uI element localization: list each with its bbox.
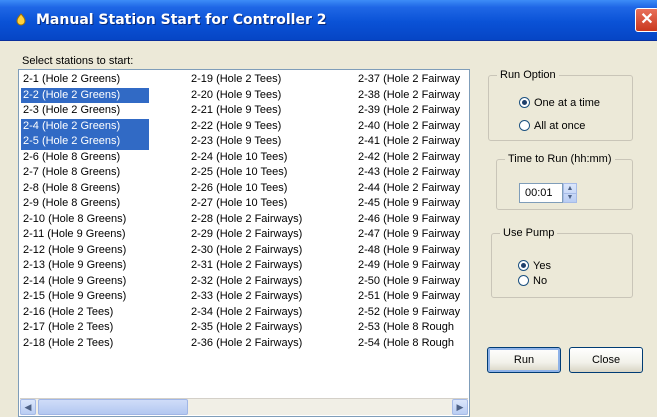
station-list-item[interactable]: 2-45 (Hole 9 Fairway <box>356 196 469 212</box>
station-list-item[interactable]: 2-12 (Hole 9 Greens) <box>21 243 149 259</box>
station-list-item[interactable]: 2-3 (Hole 2 Greens) <box>21 103 149 119</box>
station-list-item[interactable]: 2-22 (Hole 9 Tees) <box>189 119 337 135</box>
stations-column-2: 2-19 (Hole 2 Tees) 2-20 (Hole 9 Tees) 2-21… <box>189 72 337 351</box>
scroll-right-button[interactable]: ▶ <box>452 399 468 415</box>
radio-label: No <box>533 275 548 287</box>
use-pump-legend: Use Pump <box>500 227 558 239</box>
close-icon: ✕ <box>640 11 654 28</box>
station-list-item[interactable]: 2-29 (Hole 2 Fairways) <box>189 227 337 243</box>
station-list-item[interactable]: 2-13 (Hole 9 Greens) <box>21 258 149 274</box>
stations-column-3: 2-37 (Hole 2 Fairway 2-38 (Hole 2 Fairway… <box>356 72 469 352</box>
station-list-item[interactable]: 2-42 (Hole 2 Fairway <box>356 150 469 166</box>
close-button[interactable]: Close <box>569 347 643 373</box>
station-list-item[interactable]: 2-52 (Hole 9 Fairway <box>356 305 469 321</box>
station-list-item[interactable]: 2-43 (Hole 2 Fairway <box>356 165 469 181</box>
run-button[interactable]: Run <box>487 347 561 373</box>
station-list-item[interactable]: 2-30 (Hole 2 Fairways) <box>189 243 337 259</box>
radio-label: Yes <box>533 260 551 272</box>
radio-indicator <box>518 260 529 271</box>
radio-all-at-once[interactable]: All at once <box>519 119 585 133</box>
station-list-item[interactable]: 2-46 (Hole 9 Fairway <box>356 212 469 228</box>
stations-listbox[interactable]: 2-1 (Hole 2 Greens) 2-2 (Hole 2 Greens) 2-… <box>18 69 470 417</box>
station-list-item[interactable]: 2-32 (Hole 2 Fairways) <box>189 274 337 290</box>
radio-label: One at a time <box>534 97 601 109</box>
station-list-item[interactable]: 2-21 (Hole 9 Tees) <box>189 103 337 119</box>
station-list-item[interactable]: 2-39 (Hole 2 Fairway <box>356 103 469 119</box>
scroll-thumb[interactable] <box>38 399 188 415</box>
station-list-item[interactable]: 2-38 (Hole 2 Fairway <box>356 88 469 104</box>
station-list-item[interactable]: 2-17 (Hole 2 Tees) <box>21 320 149 336</box>
station-list-item[interactable]: 2-26 (Hole 10 Tees) <box>189 181 337 197</box>
station-list-item[interactable]: 2-37 (Hole 2 Fairway <box>356 72 469 88</box>
run-option-legend: Run Option <box>497 69 559 81</box>
station-list-item[interactable]: 2-33 (Hole 2 Fairways) <box>189 289 337 305</box>
station-list-item[interactable]: 2-35 (Hole 2 Fairways) <box>189 320 337 336</box>
time-spinner[interactable]: ▲ ▼ <box>563 183 577 203</box>
station-list-item[interactable]: 2-2 (Hole 2 Greens) <box>21 87 149 103</box>
window-title: Manual Station Start for Controller 2 <box>36 12 327 28</box>
station-list-item[interactable]: 2-48 (Hole 9 Fairway <box>356 243 469 259</box>
station-list-item[interactable]: 2-4 (Hole 2 Greens) <box>21 118 149 134</box>
arrow-left-icon: ◀ <box>24 402 32 412</box>
station-list-item[interactable]: 2-5 (Hole 2 Greens) <box>21 134 149 150</box>
spin-down-icon[interactable]: ▼ <box>564 193 576 202</box>
station-list-item[interactable]: 2-19 (Hole 2 Tees) <box>189 72 337 88</box>
radio-indicator <box>518 275 529 286</box>
use-pump-group: Use Pump Yes No <box>491 227 633 298</box>
station-list-item[interactable]: 2-25 (Hole 10 Tees) <box>189 165 337 181</box>
app-icon <box>16 13 26 26</box>
title-bar: Manual Station Start for Controller 2 ✕ <box>0 0 657 41</box>
station-list-item[interactable]: 2-6 (Hole 8 Greens) <box>21 150 149 166</box>
dialog-body: Select stations to start: 2-1 (Hole 2 Gr… <box>0 41 657 417</box>
station-list-item[interactable]: 2-8 (Hole 8 Greens) <box>21 181 149 197</box>
time-to-run-legend: Time to Run (hh:mm) <box>505 153 615 165</box>
station-list-item[interactable]: 2-31 (Hole 2 Fairways) <box>189 258 337 274</box>
station-list-item[interactable]: 2-54 (Hole 8 Rough <box>356 336 469 352</box>
scroll-left-button[interactable]: ◀ <box>20 399 36 415</box>
station-list-item[interactable]: 2-51 (Hole 9 Fairway <box>356 289 469 305</box>
radio-indicator <box>519 97 530 108</box>
close-window-button[interactable]: ✕ <box>635 8 657 32</box>
station-list-item[interactable]: 2-23 (Hole 9 Tees) <box>189 134 337 150</box>
station-list-item[interactable]: 2-34 (Hole 2 Fairways) <box>189 305 337 321</box>
radio-label: All at once <box>534 120 586 132</box>
radio-one-at-a-time[interactable]: One at a time <box>519 96 600 110</box>
station-list-item[interactable]: 2-49 (Hole 9 Fairway <box>356 258 469 274</box>
station-list-item[interactable]: 2-9 (Hole 8 Greens) <box>21 196 149 212</box>
station-list-item[interactable]: 2-24 (Hole 10 Tees) <box>189 150 337 166</box>
station-list-item[interactable]: 2-41 (Hole 2 Fairway <box>356 134 469 150</box>
station-list-item[interactable]: 2-11 (Hole 9 Greens) <box>21 227 149 243</box>
station-list-item[interactable]: 2-16 (Hole 2 Tees) <box>21 305 149 321</box>
time-to-run-group: Time to Run (hh:mm) 00:01 ▲ ▼ <box>496 153 633 210</box>
station-list-item[interactable]: 2-7 (Hole 8 Greens) <box>21 165 149 181</box>
station-list-item[interactable]: 2-10 (Hole 8 Greens) <box>21 212 149 228</box>
radio-pump-no[interactable]: No <box>518 274 547 288</box>
station-list-item[interactable]: 2-20 (Hole 9 Tees) <box>189 88 337 104</box>
arrow-right-icon: ▶ <box>456 402 464 412</box>
station-list-item[interactable]: 2-40 (Hole 2 Fairway <box>356 119 469 135</box>
stations-label: Select stations to start: <box>22 55 134 67</box>
station-list-item[interactable]: 2-1 (Hole 2 Greens) <box>21 72 149 88</box>
station-list-item[interactable]: 2-14 (Hole 9 Greens) <box>21 274 149 290</box>
station-list-item[interactable]: 2-50 (Hole 9 Fairway <box>356 274 469 290</box>
radio-indicator <box>519 120 530 131</box>
station-list-item[interactable]: 2-47 (Hole 9 Fairway <box>356 227 469 243</box>
station-list-item[interactable]: 2-36 (Hole 2 Fairways) <box>189 336 337 352</box>
station-list-item[interactable]: 2-18 (Hole 2 Tees) <box>21 336 149 352</box>
station-list-item[interactable]: 2-27 (Hole 10 Tees) <box>189 196 337 212</box>
time-to-run-input[interactable]: 00:01 <box>519 183 563 203</box>
radio-pump-yes[interactable]: Yes <box>518 259 551 273</box>
station-list-item[interactable]: 2-15 (Hole 9 Greens) <box>21 289 149 305</box>
station-list-item[interactable]: 2-28 (Hole 2 Fairways) <box>189 212 337 228</box>
station-list-item[interactable]: 2-53 (Hole 8 Rough <box>356 320 469 336</box>
horizontal-scrollbar[interactable]: ◀ ▶ <box>20 398 468 415</box>
stations-column-1: 2-1 (Hole 2 Greens) 2-2 (Hole 2 Greens) 2-… <box>21 72 149 351</box>
station-list-item[interactable]: 2-44 (Hole 2 Fairway <box>356 181 469 197</box>
run-option-group: Run Option One at a time All at once <box>488 69 633 141</box>
